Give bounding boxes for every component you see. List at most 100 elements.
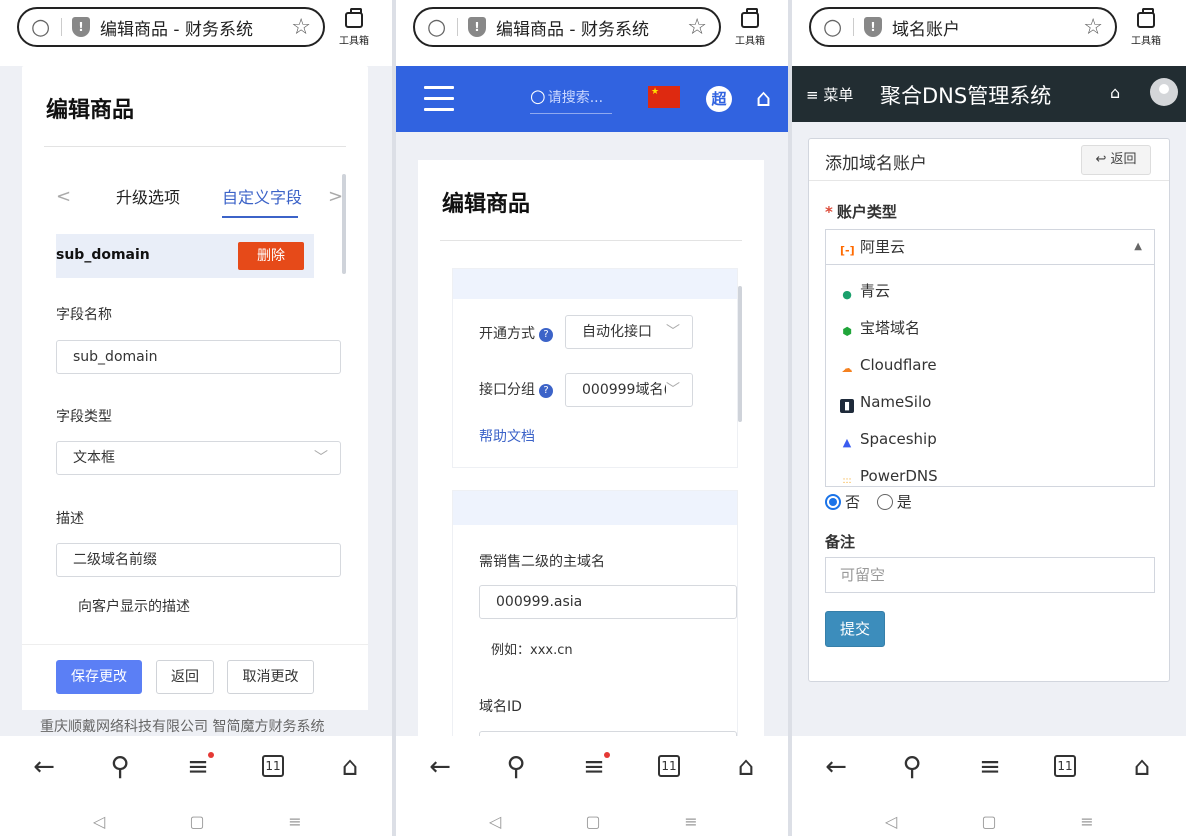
system-recents-icon[interactable]: ≡ xyxy=(676,812,706,831)
search-icon[interactable]: ○ xyxy=(31,15,57,40)
system-back-icon[interactable]: ◁ xyxy=(480,812,510,831)
scrollbar-thumb[interactable] xyxy=(342,174,346,274)
delete-field-button[interactable]: 删除 xyxy=(238,242,304,270)
home-icon[interactable]: ⌂ xyxy=(1122,752,1162,782)
option-qingcloud[interactable]: ● 青云 xyxy=(826,273,1154,310)
china-flag-icon[interactable]: ★ xyxy=(648,86,680,108)
address-bar[interactable]: ○ ! 域名账户 ☆ xyxy=(809,7,1117,47)
shield-icon[interactable]: ! xyxy=(864,17,882,37)
page-tab-title[interactable]: 编辑商品 - 财务系统 xyxy=(100,15,291,40)
back-arrow-icon[interactable]: ← xyxy=(816,752,856,782)
selected-account-type: 阿里云 xyxy=(860,238,906,256)
search-icon[interactable]: ⚲ xyxy=(496,752,536,782)
tab-custom-fields[interactable]: 自定义字段 xyxy=(222,184,302,208)
tab-next-icon[interactable]: > xyxy=(328,186,343,207)
system-back-icon[interactable]: ◁ xyxy=(876,812,906,831)
bookmark-star-icon[interactable]: ☆ xyxy=(1083,15,1103,40)
user-avatar[interactable]: 超 xyxy=(706,86,732,112)
option-baota[interactable]: ⬢ 宝塔域名 xyxy=(826,310,1154,347)
system-recents-icon[interactable]: ≡ xyxy=(280,812,310,831)
address-divider xyxy=(61,18,62,36)
tab-count-icon[interactable]: 11 xyxy=(1054,755,1076,777)
radio-no[interactable] xyxy=(825,494,841,510)
page-tab-title[interactable]: 域名账户 xyxy=(892,15,1083,40)
search-placeholder: 请搜索... xyxy=(547,90,604,106)
edit-product-card: 编辑商品 开通方式? 自动化接口 ﹀ 接口分组? 000999域名(. ﹀ 帮助… xyxy=(418,160,764,770)
home-icon[interactable]: ⌂ xyxy=(756,84,771,112)
help-question-icon[interactable]: ? xyxy=(539,328,553,342)
home-icon[interactable]: ⌂ xyxy=(330,752,370,782)
cancel-changes-button[interactable]: 取消更改 xyxy=(227,660,314,694)
submit-button[interactable]: 提交 xyxy=(825,611,885,647)
menu-icon[interactable]: ≡ xyxy=(970,752,1010,782)
browser-topbar: ○ ! 编辑商品 - 财务系统 ☆ 工具箱 xyxy=(396,0,790,66)
system-back-icon[interactable]: ◁ xyxy=(84,812,114,831)
address-bar[interactable]: ○ ! 编辑商品 - 财务系统 ☆ xyxy=(413,7,721,47)
menu-toggle[interactable]: ≡ 菜单 xyxy=(806,84,853,105)
open-mode-select[interactable]: 自动化接口 ﹀ xyxy=(565,315,693,349)
toolbox-button[interactable]: 工具箱 xyxy=(1128,8,1164,47)
home-icon[interactable]: ⌂ xyxy=(1110,83,1120,102)
toolbox-button[interactable]: 工具箱 xyxy=(732,8,768,47)
panel-edit-custom-field: ○ ! 编辑商品 - 财务系统 ☆ 工具箱 编辑商品 < 升级选项 自定义字段 … xyxy=(0,0,392,836)
field-type-select[interactable]: 文本框 ﹀ xyxy=(56,441,341,475)
user-avatar[interactable] xyxy=(1150,78,1178,106)
description-label: 描述 xyxy=(56,511,84,527)
back-button[interactable]: ↩ 返回 xyxy=(1081,145,1151,175)
namesilo-icon: ▮ xyxy=(840,399,854,413)
system-home-icon[interactable]: ▢ xyxy=(974,812,1004,831)
address-divider xyxy=(853,18,854,36)
search-icon[interactable]: ⚲ xyxy=(892,752,932,782)
system-home-icon[interactable]: ▢ xyxy=(182,812,212,831)
module-settings-section: 开通方式? 自动化接口 ﹀ 接口分组? 000999域名(. ﹀ 帮助文档 xyxy=(452,268,738,468)
option-cloudflare[interactable]: ☁ Cloudflare xyxy=(826,347,1154,384)
app-header: ○ 请搜索... ★ 超 ⌂ xyxy=(396,66,790,132)
description-value: 二级域名前缀 xyxy=(73,552,157,568)
home-icon[interactable]: ⌂ xyxy=(726,752,766,782)
help-question-icon[interactable]: ? xyxy=(539,384,553,398)
radio-group: 否 是 xyxy=(825,491,912,512)
bottom-navigation: ← ⚲ ≡ 11 ⌂ ◁ ▢ ≡ xyxy=(396,736,790,836)
option-powerdns[interactable]: ::: PowerDNS xyxy=(826,458,1154,486)
address-bar[interactable]: ○ ! 编辑商品 - 财务系统 ☆ xyxy=(17,7,325,47)
add-account-box: 添加域名账户 ↩ 返回 * 账户类型 [-] 阿里云 ▲ ● 青云 ⬢ 宝塔域名 ☁ Cl… xyxy=(808,138,1170,682)
toolbox-button[interactable]: 工具箱 xyxy=(336,8,372,47)
field-name-input[interactable]: sub_domain xyxy=(56,340,341,374)
shield-icon[interactable]: ! xyxy=(72,17,90,37)
option-spaceship[interactable]: ▲ Spaceship xyxy=(826,421,1154,458)
bookmark-star-icon[interactable]: ☆ xyxy=(687,15,707,40)
interface-group-select[interactable]: 000999域名(. ﹀ xyxy=(565,373,693,407)
tab-upgrade-options[interactable]: 升级选项 xyxy=(116,184,180,208)
shield-icon[interactable]: ! xyxy=(468,17,486,37)
toolbox-icon xyxy=(741,8,759,28)
tab-count-icon[interactable]: 11 xyxy=(658,755,680,777)
custom-field-name: sub_domain xyxy=(56,247,150,263)
tab-prev-icon[interactable]: < xyxy=(56,186,71,207)
search-icon[interactable]: ⚲ xyxy=(100,752,140,782)
search-icon[interactable]: ○ xyxy=(823,15,849,40)
scrollbar-thumb[interactable] xyxy=(738,286,742,422)
page-tab-title[interactable]: 编辑商品 - 财务系统 xyxy=(496,15,687,40)
radio-yes[interactable] xyxy=(876,494,893,510)
open-mode-label: 开通方式? xyxy=(479,323,553,343)
description-input[interactable]: 二级域名前缀 xyxy=(56,543,341,577)
system-recents-icon[interactable]: ≡ xyxy=(1072,812,1102,831)
tab-count-icon[interactable]: 11 xyxy=(262,755,284,777)
account-type-select[interactable]: [-] 阿里云 ▲ xyxy=(825,229,1155,265)
help-docs-link[interactable]: 帮助文档 xyxy=(479,426,535,446)
hamburger-menu-icon[interactable] xyxy=(424,86,454,112)
back-button[interactable]: 返回 xyxy=(156,660,214,694)
save-changes-button[interactable]: 保存更改 xyxy=(56,660,142,694)
remark-input[interactable]: 可留空 xyxy=(825,557,1155,593)
reply-arrow-icon: ↩ xyxy=(1095,152,1107,167)
header-search[interactable]: ○ 请搜索... xyxy=(530,86,612,114)
search-icon[interactable]: ○ xyxy=(427,15,453,40)
notification-dot xyxy=(604,752,610,758)
option-namesilo[interactable]: ▮ NameSilo xyxy=(826,384,1154,421)
back-arrow-icon[interactable]: ← xyxy=(420,752,460,782)
main-domain-input[interactable]: 000999.asia xyxy=(479,585,737,619)
box-title: 添加域名账户 xyxy=(825,154,927,174)
bookmark-star-icon[interactable]: ☆ xyxy=(291,15,311,40)
back-arrow-icon[interactable]: ← xyxy=(24,752,64,782)
system-home-icon[interactable]: ▢ xyxy=(578,812,608,831)
